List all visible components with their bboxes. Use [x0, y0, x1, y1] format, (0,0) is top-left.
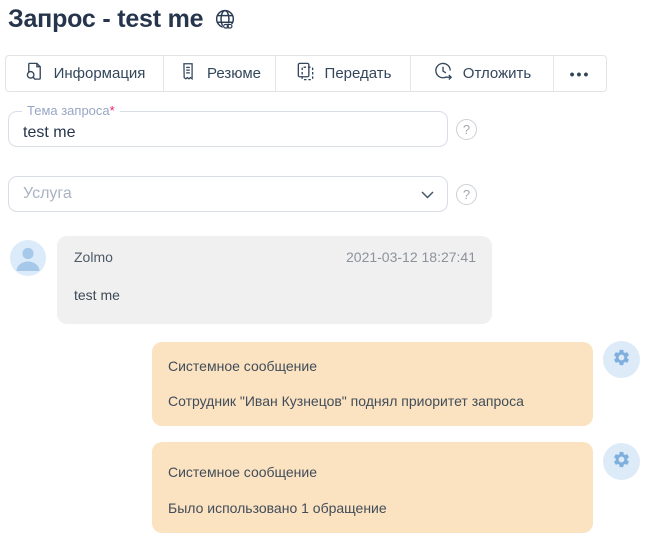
system-message-title: Системное сообщение	[168, 358, 317, 374]
tab-resume[interactable]: Резюме	[164, 56, 276, 91]
message-author: Zolmo	[74, 249, 113, 265]
gear-icon	[612, 348, 631, 372]
tab-postpone-label: Отложить	[463, 65, 531, 82]
more-actions-button[interactable]: •••	[554, 56, 606, 91]
page-title-text: Запрос - test me	[8, 5, 203, 34]
tab-resume-label: Резюме	[207, 65, 261, 82]
subject-field: Тема запроса*	[8, 111, 448, 147]
user-message-bubble: Zolmo 2021-03-12 18:27:41 test me	[57, 236, 492, 324]
globe-link-icon[interactable]	[213, 8, 238, 33]
document-search-icon	[24, 61, 45, 86]
system-message-settings-button[interactable]	[603, 341, 640, 378]
tab-transfer-label: Передать	[325, 65, 392, 82]
tab-information[interactable]: Информация	[6, 56, 164, 91]
subject-field-label-text: Тема запроса	[27, 103, 110, 118]
request-page: Запрос - test me	[0, 0, 649, 547]
chevron-down-icon	[421, 191, 434, 199]
service-select[interactable]: Услуга	[8, 176, 448, 212]
gear-icon	[612, 450, 631, 474]
subject-field-label: Тема запроса*	[22, 104, 120, 118]
subject-help-icon[interactable]: ?	[456, 119, 477, 140]
copy-pages-icon	[295, 61, 316, 86]
tab-postpone[interactable]: Отложить	[411, 56, 554, 91]
message-text: test me	[74, 287, 120, 303]
system-message-bubble: Системное сообщение Было использовано 1 …	[152, 442, 593, 533]
required-asterisk: *	[110, 103, 115, 118]
receipt-icon	[178, 61, 198, 86]
message-timestamp: 2021-03-12 18:27:41	[346, 249, 476, 265]
clock-postpone-icon	[433, 61, 454, 86]
system-message-bubble: Системное сообщение Сотрудник "Иван Кузн…	[152, 342, 593, 426]
page-title: Запрос - test me	[8, 5, 238, 34]
ellipsis-icon: •••	[570, 66, 591, 82]
service-help-icon[interactable]: ?	[456, 184, 477, 205]
system-message-text: Было использовано 1 обращение	[168, 500, 387, 516]
toolbar: Информация Резюме Передать	[5, 55, 607, 92]
user-avatar	[10, 240, 46, 276]
system-message-text: Сотрудник "Иван Кузнецов" поднял приорит…	[168, 393, 524, 409]
tab-information-label: Информация	[54, 65, 146, 82]
system-message-title: Системное сообщение	[168, 464, 317, 480]
system-message-settings-button[interactable]	[603, 443, 640, 480]
tab-transfer[interactable]: Передать	[276, 56, 411, 91]
service-select-placeholder: Услуга	[23, 185, 72, 203]
